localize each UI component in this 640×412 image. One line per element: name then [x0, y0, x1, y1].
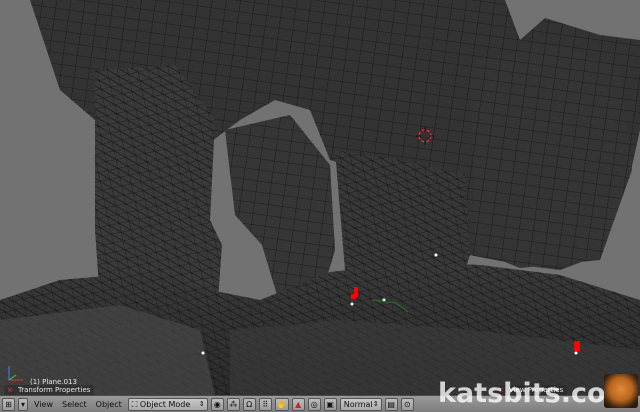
snap-icon[interactable]: Ω — [242, 397, 256, 411]
rotate-manipulator-icon[interactable]: ◎ — [307, 397, 321, 411]
close-icon[interactable]: × — [7, 385, 13, 395]
mesh-scene[interactable] — [0, 0, 640, 395]
solid-shading-icon[interactable]: ◉ — [210, 397, 224, 411]
axis-gizmo-icon — [8, 366, 23, 381]
scale-manipulator-icon[interactable]: ▣ — [323, 397, 337, 411]
dotted-layer-icon[interactable]: ⠿ — [258, 397, 272, 411]
menu-view[interactable]: View — [31, 398, 56, 411]
object-origin[interactable] — [574, 351, 578, 355]
object-origin[interactable] — [434, 253, 438, 257]
transform-properties-tab[interactable]: × Transform Properties — [4, 385, 95, 395]
mode-select[interactable]: ⛶ Object Mode — [127, 397, 208, 411]
object-origin[interactable] — [350, 302, 354, 306]
middle-column-wireframe — [225, 115, 335, 305]
collapse-menu-icon[interactable]: ▾ — [18, 397, 28, 411]
mode-icon: ⛶ — [131, 399, 140, 409]
hand-icon[interactable]: ✋ — [274, 397, 289, 411]
move-manipulator-icon[interactable]: ▲ — [291, 397, 305, 411]
selected-object-marker[interactable] — [574, 341, 580, 351]
shading-select[interactable]: Normal — [339, 397, 382, 411]
3d-viewport[interactable]: (1) Plane.013 × Transform Properties × V… — [0, 0, 640, 395]
selected-object-marker[interactable] — [351, 294, 356, 299]
window-type-icon[interactable]: ⊞ — [2, 397, 15, 411]
object-origin[interactable] — [201, 351, 205, 355]
render-icon[interactable]: ⊙ — [400, 397, 414, 411]
pivot-icon[interactable]: ⁂ — [226, 397, 240, 411]
menu-select[interactable]: Select — [59, 398, 90, 411]
tiger-logo-icon — [604, 374, 638, 408]
right-rock-wireframe — [470, 45, 632, 268]
menu-object[interactable]: Object — [93, 398, 125, 411]
layer-icon[interactable]: ▤ — [384, 397, 398, 411]
